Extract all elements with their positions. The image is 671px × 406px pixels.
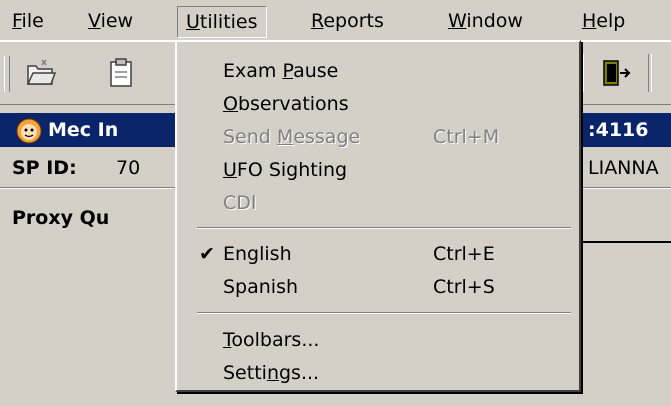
menu-item-spanish[interactable]: Spanish Ctrl+S	[177, 272, 579, 302]
sp-id-label: SP ID:	[12, 157, 77, 179]
menu-item-ufo-sighting[interactable]: UFO Sighting	[177, 155, 579, 185]
menu-view[interactable]: View	[80, 6, 141, 36]
menu-item-exam-pause[interactable]: Exam Pause	[177, 56, 579, 86]
menu-separator	[197, 227, 571, 229]
participant-name: LIANNA	[588, 157, 659, 179]
clipboard-icon[interactable]	[104, 56, 138, 90]
checkmark-icon: ✔	[199, 243, 215, 265]
folder-open-icon[interactable]	[24, 56, 58, 90]
menu-separator	[197, 312, 571, 314]
exit-door-icon[interactable]	[598, 56, 632, 90]
toolbar-grip[interactable]	[4, 56, 10, 92]
menu-item-toolbars[interactable]: Toolbars...	[177, 325, 579, 355]
utilities-dropdown-menu: Exam Pause Observations Send Message Ctr…	[175, 40, 581, 392]
menu-bar: File View Utilities Reports Window Help	[0, 0, 671, 41]
section-divider	[580, 241, 671, 243]
toolbar-separator	[648, 54, 652, 92]
shortcut-ctrl-m: Ctrl+M	[433, 126, 500, 148]
menu-item-settings[interactable]: Settings...	[177, 358, 579, 388]
menu-file[interactable]: File	[4, 6, 52, 36]
menu-window[interactable]: Window	[440, 6, 531, 36]
menu-item-send-message: Send Message Ctrl+M	[177, 122, 579, 152]
menu-utilities[interactable]: Utilities	[177, 6, 267, 38]
menu-item-english[interactable]: ✔ English Ctrl+E	[177, 239, 579, 269]
shortcut-ctrl-s: Ctrl+S	[433, 276, 495, 298]
menu-help[interactable]: Help	[574, 6, 633, 36]
sp-id-value: 70	[116, 157, 141, 179]
shortcut-ctrl-e: Ctrl+E	[433, 243, 495, 265]
window-title: Mec In	[48, 119, 119, 141]
menu-item-observations[interactable]: Observations	[177, 89, 579, 119]
proxy-heading: Proxy Qu	[12, 207, 110, 229]
menu-reports[interactable]: Reports	[303, 6, 392, 36]
smiley-app-icon	[16, 118, 42, 144]
menu-item-cdi: CDI	[223, 192, 257, 214]
window-title-suffix: :4116	[588, 119, 649, 141]
